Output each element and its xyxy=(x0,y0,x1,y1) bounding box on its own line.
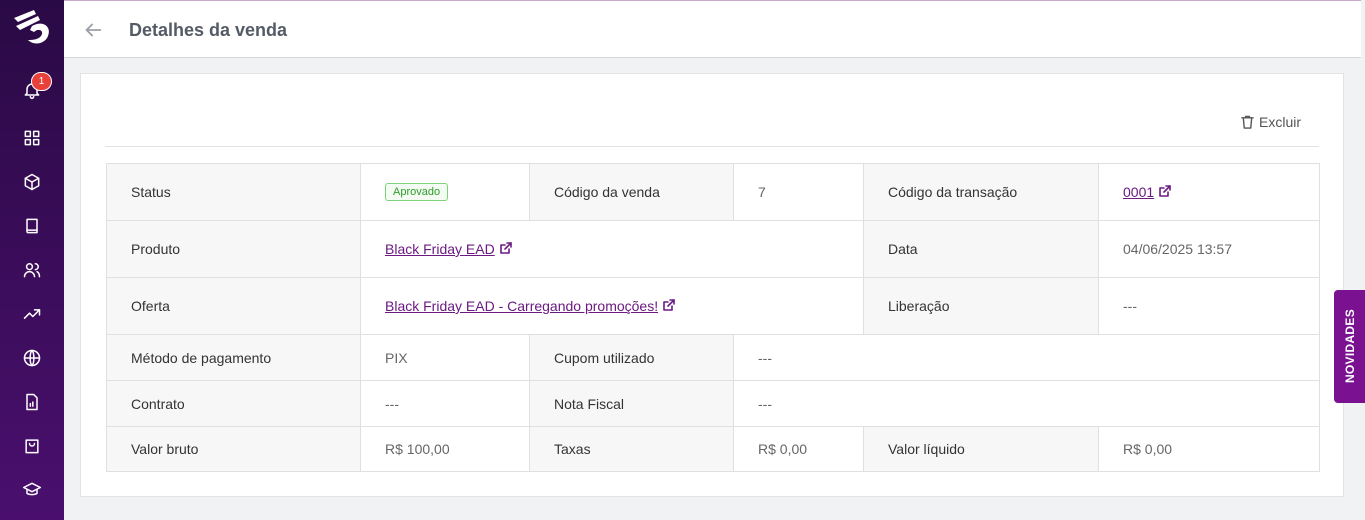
payment-method-label: Método de pagamento xyxy=(107,335,361,380)
delete-button[interactable]: Excluir xyxy=(1241,114,1301,130)
news-tab-label: NOVIDADES xyxy=(1342,309,1357,384)
news-tab[interactable]: NOVIDADES xyxy=(1334,290,1365,403)
product-cell: Black Friday EAD xyxy=(361,221,864,277)
contract-value: --- xyxy=(361,381,530,426)
details-row: Status Aprovado Código da venda 7 Código… xyxy=(107,164,1319,221)
sale-details-card: Excluir Status Aprovado Código da venda … xyxy=(80,73,1344,497)
nav-courses[interactable] xyxy=(0,206,64,246)
contract-label: Contrato xyxy=(107,381,361,426)
date-value: 04/06/2025 13:57 xyxy=(1099,221,1319,277)
delete-label: Excluir xyxy=(1259,114,1302,130)
nav-users[interactable] xyxy=(0,250,64,290)
invoice-value: --- xyxy=(734,381,1319,426)
details-table: Status Aprovado Código da venda 7 Código… xyxy=(106,163,1320,472)
status-badge: Aprovado xyxy=(385,183,449,201)
page-title: Detalhes da venda xyxy=(129,20,288,40)
nav-dashboard[interactable] xyxy=(0,118,64,158)
sale-code-label: Código da venda xyxy=(530,164,734,220)
back-button[interactable] xyxy=(82,19,104,41)
nav-products[interactable] xyxy=(0,162,64,202)
details-row: Produto Black Friday EAD Data 04/06/2025… xyxy=(107,221,1319,278)
status-label: Status xyxy=(107,164,361,220)
net-label: Valor líquido xyxy=(864,427,1099,471)
coupon-label: Cupom utilizado xyxy=(530,335,734,380)
payment-method-value: PIX xyxy=(361,335,530,380)
product-label: Produto xyxy=(107,221,361,277)
product-value: Black Friday EAD xyxy=(385,241,495,257)
notification-badge: 1 xyxy=(31,72,52,91)
cube-icon xyxy=(24,173,40,191)
invoice-label: Nota Fiscal xyxy=(530,381,734,426)
report-icon xyxy=(26,393,38,411)
details-row: Contrato --- Nota Fiscal --- xyxy=(107,381,1319,427)
release-label: Liberação xyxy=(864,278,1099,334)
gross-value: R$ 100,00 xyxy=(361,427,530,471)
bag-icon xyxy=(25,439,39,454)
users-icon xyxy=(23,263,41,278)
transaction-code-link[interactable]: 0001 xyxy=(1123,184,1171,200)
trash-icon xyxy=(1241,115,1254,129)
net-value: R$ 0,00 xyxy=(1099,427,1319,471)
scrollbar[interactable] xyxy=(1361,38,1365,520)
arrow-left-icon xyxy=(85,23,102,37)
date-label: Data xyxy=(864,221,1099,277)
sidebar: 1 xyxy=(0,0,64,520)
top-bar: Detalhes da venda xyxy=(64,0,1361,58)
gross-label: Valor bruto xyxy=(107,427,361,471)
offer-value: Black Friday EAD - Carregando promoções! xyxy=(385,298,659,314)
fees-value: R$ 0,00 xyxy=(734,427,864,471)
nav-academy[interactable] xyxy=(0,470,64,510)
book-icon xyxy=(26,218,38,234)
graduation-icon xyxy=(22,482,42,496)
transaction-code-label: Código da transação xyxy=(864,164,1099,220)
nav-site[interactable] xyxy=(0,338,64,378)
nav-store[interactable] xyxy=(0,426,64,466)
offer-label: Oferta xyxy=(107,278,361,334)
offer-link[interactable]: Black Friday EAD - Carregando promoções! xyxy=(385,298,675,314)
details-row: Valor bruto R$ 100,00 Taxas R$ 0,00 Valo… xyxy=(107,427,1319,471)
offer-cell: Black Friday EAD - Carregando promoções! xyxy=(361,278,864,334)
details-row: Método de pagamento PIX Cupom utilizado … xyxy=(107,335,1319,381)
sale-code-value: 7 xyxy=(734,164,864,220)
transaction-code-value: 0001 xyxy=(1123,184,1155,200)
details-row: Oferta Black Friday EAD - Carregando pro… xyxy=(107,278,1319,335)
status-value-cell: Aprovado xyxy=(361,164,530,220)
coupon-value: --- xyxy=(734,335,1319,380)
brand-logo[interactable] xyxy=(10,4,54,52)
nav-sales[interactable] xyxy=(0,294,64,334)
transaction-code-cell: 0001 xyxy=(1099,164,1319,220)
globe-icon xyxy=(23,349,41,367)
release-value: --- xyxy=(1099,278,1319,334)
external-link-icon xyxy=(499,241,512,257)
external-link-icon xyxy=(1159,184,1171,200)
fees-label: Taxas xyxy=(530,427,734,471)
external-link-icon xyxy=(663,298,675,314)
product-link[interactable]: Black Friday EAD xyxy=(385,241,512,257)
divider xyxy=(105,146,1319,147)
grid-icon xyxy=(24,130,40,146)
trending-icon xyxy=(23,309,41,319)
nav-reports[interactable] xyxy=(0,382,64,422)
